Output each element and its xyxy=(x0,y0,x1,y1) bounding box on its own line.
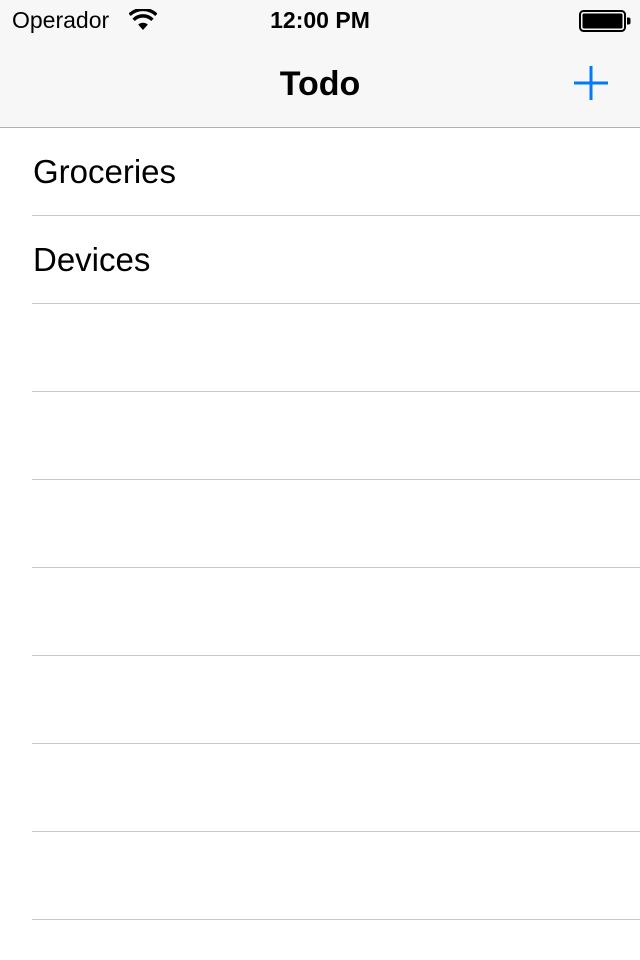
page-title: Todo xyxy=(279,65,361,103)
list-item xyxy=(0,568,640,656)
navigation-bar: Todo xyxy=(0,40,640,128)
list-item xyxy=(0,744,640,832)
list-item-label: Devices xyxy=(33,241,151,278)
list-item xyxy=(0,392,640,480)
top-chrome: Operador 12:00 PM Todo xyxy=(0,0,640,128)
list-item xyxy=(0,656,640,744)
add-button[interactable] xyxy=(566,58,616,108)
status-bar: Operador 12:00 PM xyxy=(0,0,640,40)
list-item-label: Groceries xyxy=(33,153,177,190)
todo-list: Groceries Devices xyxy=(0,128,640,960)
app-screen: Operador 12:00 PM Todo Groceries Devices xyxy=(0,0,640,960)
row-separator xyxy=(32,919,640,920)
list-item[interactable]: Groceries xyxy=(0,128,640,216)
list-item[interactable]: Devices xyxy=(0,216,640,304)
list-item xyxy=(0,304,640,392)
list-item xyxy=(0,480,640,568)
plus-icon xyxy=(574,66,608,100)
status-time: 12:00 PM xyxy=(270,7,370,33)
battery-icon xyxy=(579,10,631,32)
list-item xyxy=(0,832,640,920)
